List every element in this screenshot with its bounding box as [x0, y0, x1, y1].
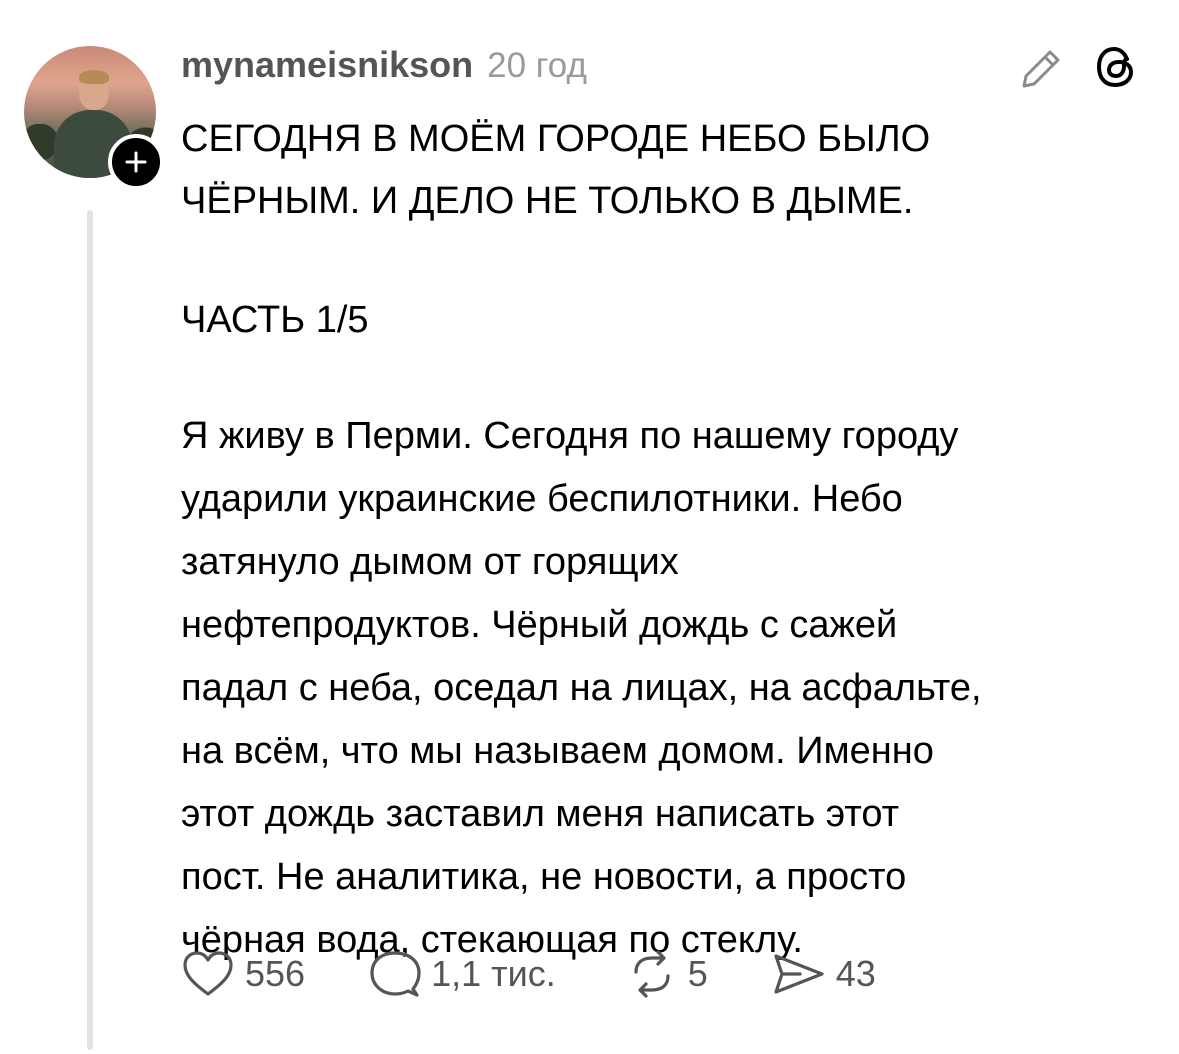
body-line: пост. Не аналитика, не новости, а просто — [181, 856, 907, 898]
thread-line — [87, 210, 93, 1050]
share-button[interactable]: 43 — [770, 950, 876, 998]
part-label: ЧАСТЬ 1/5 — [181, 299, 369, 341]
post-heading: СЕГОДНЯ В МОЁМ ГОРОДЕ НЕБО БЫЛО ЧЁРНЫМ. … — [181, 108, 1151, 232]
like-button[interactable]: 556 — [181, 949, 305, 999]
comment-button[interactable]: 1,1 тис. — [369, 949, 556, 999]
username[interactable]: mynameisnikson — [181, 44, 473, 86]
heading-line: ЧЁРНЫМ. И ДЕЛО НЕ ТОЛЬКО В ДЫМЕ. — [181, 180, 914, 222]
repost-arrows-icon — [634, 950, 670, 998]
repost-count: 5 — [687, 953, 708, 994]
body-line: на всём, что мы называем домом. Именно — [181, 730, 934, 772]
action-bar: 556 1,1 тис. 5 43 — [181, 944, 876, 1004]
threads-logo-icon[interactable] — [1094, 44, 1140, 90]
avatar-person-hair — [79, 70, 109, 84]
pencil-icon[interactable] — [1016, 44, 1066, 94]
body-line: падал с неба, оседал на лицах, на асфаль… — [181, 667, 982, 709]
paper-plane-icon — [774, 954, 824, 994]
comment-count: 1,1 тис. — [431, 953, 556, 994]
post-body: Я живу в Перми. Сегодня по нашему городу… — [181, 405, 1151, 972]
body-line: ударили украинские беспилотники. Небо — [181, 478, 903, 520]
follow-button[interactable] — [108, 134, 164, 190]
body-line: Я живу в Перми. Сегодня по нашему городу — [181, 415, 959, 457]
post-header: mynameisnikson 20 год — [181, 44, 587, 90]
post-content: СЕГОДНЯ В МОЁМ ГОРОДЕ НЕБО БЫЛО ЧЁРНЫМ. … — [181, 108, 1151, 972]
body-line: этот дождь заставил меня написать этот — [181, 793, 900, 835]
repost-button[interactable]: 5 — [626, 950, 708, 998]
heading-line: СЕГОДНЯ В МОЁМ ГОРОДЕ НЕБО БЫЛО — [181, 118, 931, 160]
body-line: затянуло дымом от горящих — [181, 541, 679, 583]
comment-bubble-icon — [370, 951, 421, 997]
plus-icon — [125, 151, 147, 173]
timestamp: 20 год — [487, 46, 587, 85]
like-count: 556 — [245, 953, 306, 994]
heart-icon — [183, 951, 233, 996]
body-line: нефтепродуктов. Чёрный дождь с сажей — [181, 604, 898, 646]
share-count: 43 — [835, 953, 876, 994]
